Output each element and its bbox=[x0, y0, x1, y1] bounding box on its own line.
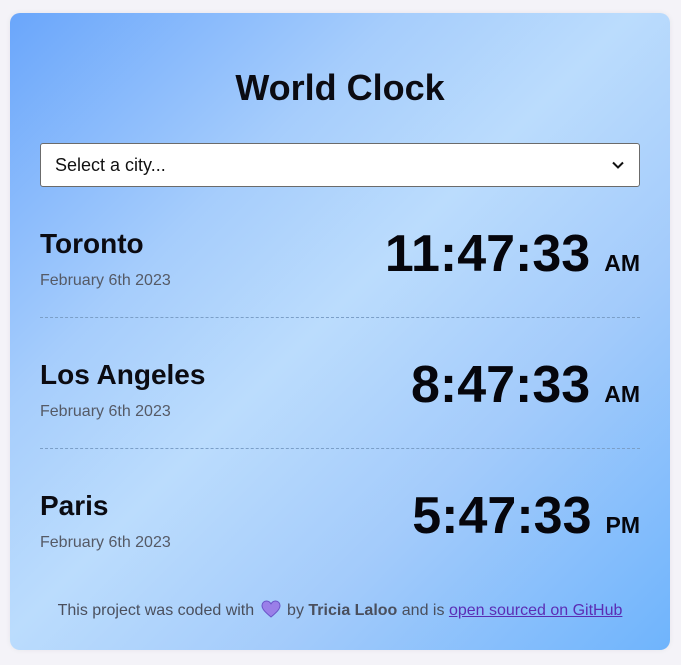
footer-by: by bbox=[287, 602, 304, 619]
divider bbox=[40, 448, 640, 449]
time-period: AM bbox=[604, 250, 640, 276]
heart-icon bbox=[261, 600, 281, 618]
github-link[interactable]: open sourced on GitHub bbox=[449, 602, 622, 619]
time-period: AM bbox=[604, 381, 640, 407]
city-time: 8:47:33 AM bbox=[411, 355, 640, 415]
city-time: 11:47:33 AM bbox=[385, 224, 640, 284]
time-period: PM bbox=[605, 512, 641, 538]
time-value: 8:47:33 bbox=[410, 356, 591, 414]
page-title: World Clock bbox=[235, 67, 445, 108]
city-time: 5:47:33 PM bbox=[412, 486, 640, 546]
city-name: Toronto bbox=[40, 228, 144, 259]
time-value: 11:47:33 bbox=[384, 225, 591, 283]
city-select[interactable]: Select a city... bbox=[40, 143, 640, 187]
city-date: February 6th 2023 bbox=[40, 534, 171, 551]
world-clock-card: World Clock Select a city... Toronto Feb… bbox=[10, 13, 670, 650]
footer-prefix: This project was coded with bbox=[57, 602, 255, 619]
city-date: February 6th 2023 bbox=[40, 403, 171, 420]
city-row-los-angeles: Los Angeles February 6th 2023 8:47:33 AM bbox=[40, 355, 640, 458]
chevron-down-icon bbox=[611, 158, 625, 172]
divider bbox=[40, 317, 640, 318]
city-select-value: Select a city... bbox=[55, 154, 166, 175]
footer-middle: and is bbox=[401, 602, 445, 619]
city-date: February 6th 2023 bbox=[40, 272, 171, 289]
city-row-toronto: Toronto February 6th 2023 11:47:33 AM bbox=[40, 224, 640, 327]
time-value: 5:47:33 bbox=[412, 487, 592, 545]
footer: This project was coded with by Tricia La… bbox=[10, 600, 670, 621]
city-row-paris: Paris February 6th 2023 5:47:33 PM bbox=[40, 486, 640, 589]
city-name: Paris bbox=[40, 490, 109, 521]
city-name: Los Angeles bbox=[40, 359, 206, 390]
author-name: Tricia Laloo bbox=[308, 602, 398, 619]
